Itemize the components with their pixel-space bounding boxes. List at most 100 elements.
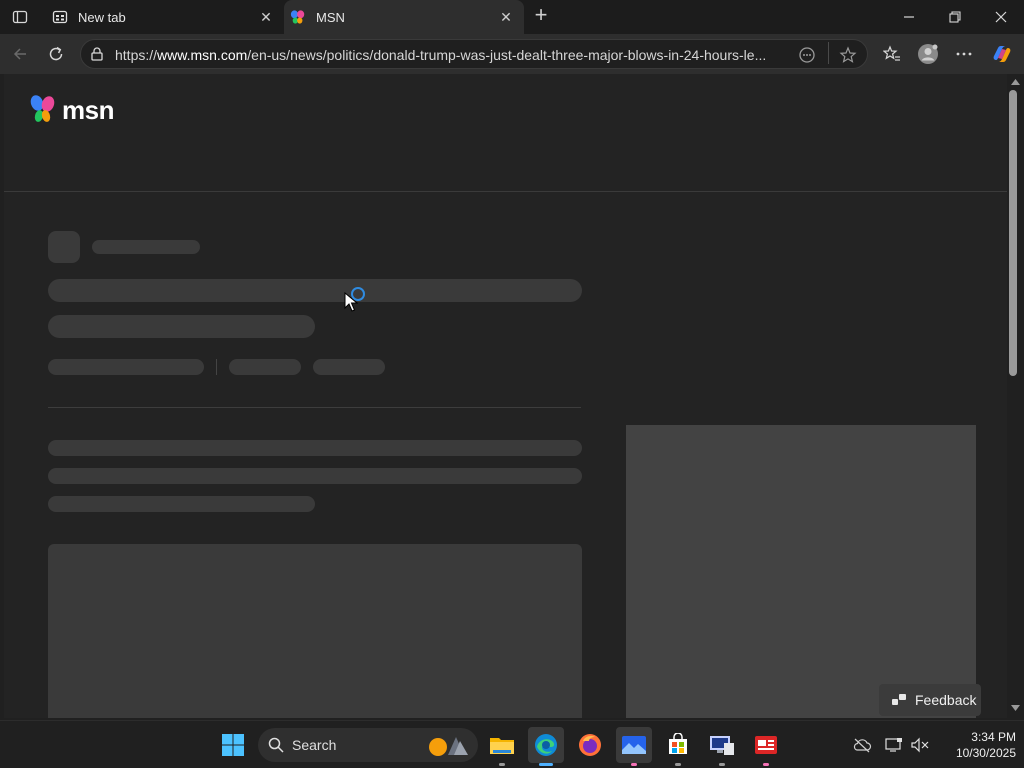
- url-path: /en-us/news/politics/donald-trump-was-ju…: [247, 47, 767, 63]
- article-image-placeholder: [48, 544, 582, 718]
- remote-desktop-button[interactable]: [704, 727, 740, 766]
- new-tab-icon: [52, 9, 68, 25]
- edge-icon: [535, 734, 557, 756]
- title-bar: New tab ✕ MSN ✕ +: [0, 0, 1024, 34]
- microsoft-store-button[interactable]: [660, 727, 696, 766]
- publisher-name-placeholder: [92, 240, 200, 254]
- url-host: www.msn.com: [157, 47, 248, 63]
- body-line-placeholder: [48, 496, 315, 512]
- msn-logo-text: msn: [62, 94, 114, 125]
- tab-new-tab[interactable]: New tab ✕: [44, 0, 284, 34]
- folder-icon: [490, 738, 514, 754]
- profile-button[interactable]: [916, 42, 940, 66]
- url-text[interactable]: https://www.msn.com/en-us/news/politics/…: [115, 47, 787, 63]
- headline-line-placeholder: [48, 315, 315, 338]
- firefox-button[interactable]: [572, 727, 608, 763]
- address-bar[interactable]: https://www.msn.com/en-us/news/politics/…: [80, 39, 868, 69]
- tab-actions-button[interactable]: [6, 6, 34, 28]
- active-indicator: [539, 763, 553, 766]
- feedback-button[interactable]: Feedback: [879, 684, 981, 716]
- search-highlight-icon: [429, 737, 468, 756]
- edge-button[interactable]: [528, 727, 564, 766]
- running-indicator: [675, 763, 681, 766]
- favorite-star-button[interactable]: [838, 45, 858, 65]
- restore-button[interactable]: [932, 0, 978, 34]
- reading-mode-button[interactable]: [797, 45, 817, 65]
- search-placeholder: Search: [292, 737, 337, 753]
- more-options-icon: [956, 52, 972, 56]
- windows-logo-icon: [222, 734, 244, 756]
- favorites-icon: [883, 45, 900, 61]
- msn-logo[interactable]: msn: [28, 92, 114, 128]
- avatar-icon: [918, 44, 938, 64]
- address-bar-row: https://www.msn.com/en-us/news/politics/…: [0, 34, 1024, 74]
- running-indicator: [631, 763, 637, 766]
- msn-butterfly-icon: [30, 95, 55, 122]
- onedrive-tray-button[interactable]: [850, 733, 874, 757]
- taskbar: Search 3:34 PM 10/30/2025: [0, 720, 1024, 768]
- display-tray-button[interactable]: [882, 733, 906, 757]
- news-button[interactable]: [748, 727, 784, 766]
- publisher-logo-placeholder: [48, 231, 80, 263]
- firefox-icon: [579, 734, 601, 756]
- file-explorer-button[interactable]: [484, 727, 520, 766]
- url-prefix: https://: [115, 47, 158, 63]
- mouse-pointer-icon: [344, 292, 358, 312]
- running-indicator: [763, 763, 769, 766]
- scrollbar-thumb[interactable]: [1009, 90, 1017, 376]
- running-indicator: [499, 763, 505, 766]
- feedback-icon: [892, 694, 906, 705]
- tab-actions-icon: [12, 10, 28, 24]
- speaker-muted-icon: [911, 737, 929, 753]
- page-scrollbar[interactable]: [1007, 74, 1024, 718]
- settings-menu-button[interactable]: [952, 42, 976, 66]
- refresh-button[interactable]: [44, 42, 68, 66]
- system-clock[interactable]: 3:34 PM 10/30/2025: [936, 729, 1016, 761]
- byline-placeholder: [313, 359, 385, 375]
- msn-butterfly-icon: [290, 9, 306, 25]
- back-arrow-icon: [13, 48, 26, 60]
- store-icon: [669, 733, 687, 754]
- clock-date: 10/30/2025: [955, 746, 1016, 760]
- clock-time: 3:34 PM: [971, 730, 1016, 744]
- favorites-button[interactable]: [880, 42, 904, 66]
- photos-button[interactable]: [616, 727, 652, 766]
- back-button[interactable]: [8, 42, 32, 66]
- refresh-icon: [49, 46, 63, 61]
- close-tab-icon[interactable]: ✕: [258, 9, 274, 25]
- header-divider: [4, 191, 1007, 192]
- copilot-button[interactable]: [990, 42, 1014, 66]
- scroll-up-icon[interactable]: [1011, 78, 1020, 86]
- copilot-icon: [993, 46, 1011, 62]
- web-page: msn Feedback: [4, 74, 1007, 718]
- feedback-label: Feedback: [915, 692, 977, 708]
- taskbar-search[interactable]: Search: [258, 728, 478, 762]
- volume-tray-button[interactable]: [908, 733, 932, 757]
- tab-title: MSN: [316, 9, 345, 25]
- ad-placeholder: [626, 425, 976, 718]
- toolbar-separator: [828, 42, 829, 64]
- scroll-down-icon[interactable]: [1011, 704, 1020, 712]
- close-icon: [995, 11, 1007, 23]
- tab-msn[interactable]: MSN ✕: [284, 0, 524, 34]
- photos-icon: [622, 736, 646, 754]
- restore-icon: [949, 11, 961, 23]
- new-tab-button[interactable]: +: [530, 4, 552, 27]
- news-icon: [755, 736, 777, 754]
- headline-line-placeholder: [48, 279, 582, 302]
- minimize-button[interactable]: [886, 0, 932, 34]
- tab-title: New tab: [78, 9, 126, 25]
- running-indicator: [719, 763, 725, 766]
- remote-desktop-icon: [710, 736, 734, 755]
- byline-placeholder: [48, 359, 204, 375]
- screen-icon: [885, 738, 902, 752]
- start-button[interactable]: [215, 727, 251, 763]
- site-info-icon[interactable]: [89, 46, 105, 62]
- minimize-icon: [904, 16, 914, 18]
- search-icon: [268, 737, 284, 753]
- cloud-offline-icon: [853, 738, 872, 753]
- star-icon: [839, 46, 857, 63]
- article-divider: [48, 407, 581, 408]
- close-window-button[interactable]: [978, 0, 1024, 34]
- close-tab-icon[interactable]: ✕: [498, 9, 514, 25]
